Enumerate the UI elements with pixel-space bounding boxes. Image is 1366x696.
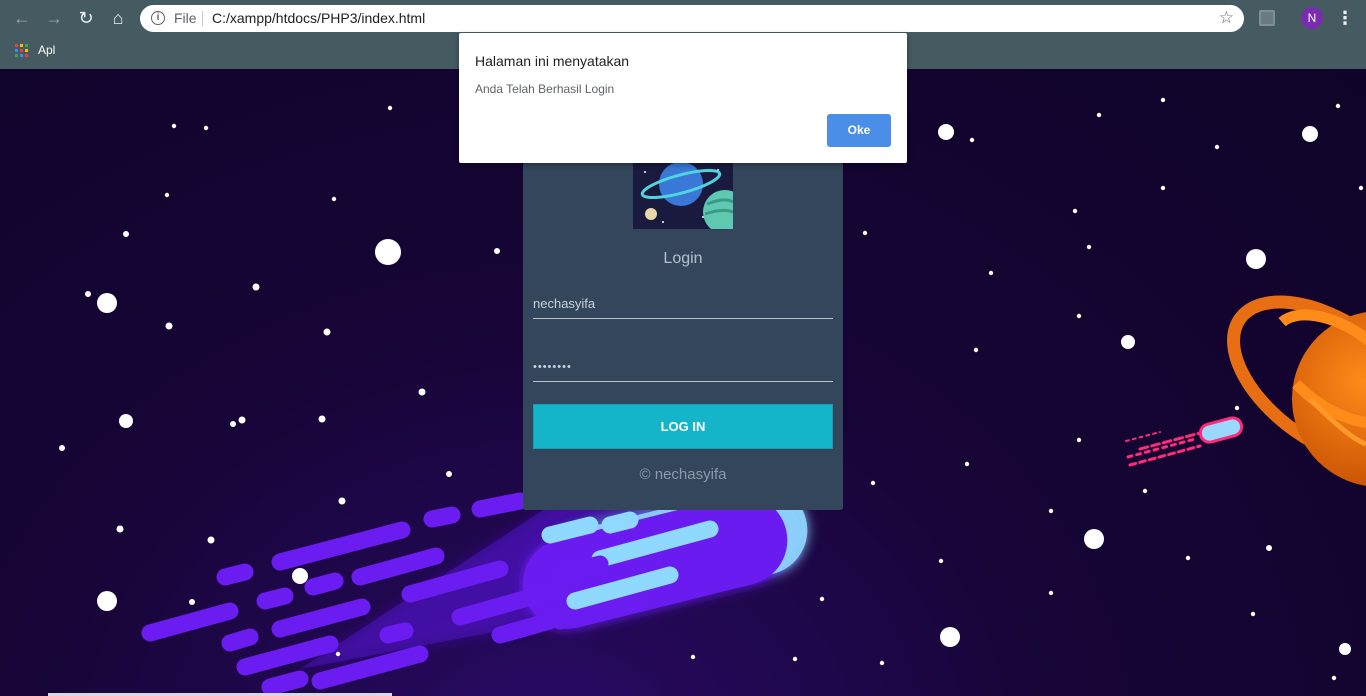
scheme-label: File	[174, 10, 197, 26]
login-card: Login LOG IN © nechasyifa	[523, 162, 843, 510]
extension-icon[interactable]	[1259, 10, 1275, 26]
forward-arrow-icon[interactable]: →	[43, 7, 65, 29]
address-separator	[202, 11, 203, 26]
bookmark-star-icon[interactable]: ☆	[1219, 8, 1234, 28]
planet-logo-image	[633, 162, 733, 229]
back-arrow-icon[interactable]: ←	[11, 7, 33, 29]
page-background: Login LOG IN © nechasyifa	[0, 69, 1366, 696]
apps-bookmark-label[interactable]: Apl	[38, 43, 55, 57]
planet-orange	[1227, 295, 1366, 486]
apps-grid-icon[interactable]	[15, 44, 28, 57]
alert-dialog: Halaman ini menyatakan Anda Telah Berhas…	[459, 33, 907, 163]
login-title: Login	[663, 250, 703, 267]
home-icon[interactable]: ⌂	[107, 7, 129, 29]
comet-streaks	[141, 492, 719, 696]
login-button[interactable]: LOG IN	[533, 404, 833, 449]
reload-icon[interactable]: ↻	[75, 7, 97, 29]
browser-toolbar: ← → ↻ ⌂ i File C:/xampp/htdocs/PHP3/inde…	[0, 0, 1366, 36]
username-field[interactable]	[533, 289, 833, 319]
password-field[interactable]	[533, 352, 833, 382]
ok-button[interactable]: Oke	[827, 114, 891, 147]
dialog-message: Anda Telah Berhasil Login	[475, 82, 615, 96]
copyright-footer: © nechasyifa	[639, 466, 727, 483]
comet-small	[1125, 416, 1244, 467]
info-icon[interactable]: i	[151, 11, 165, 25]
url-text[interactable]: C:/xampp/htdocs/PHP3/index.html	[212, 10, 425, 26]
dialog-title: Halaman ini menyatakan	[475, 53, 630, 69]
address-bar[interactable]: i File C:/xampp/htdocs/PHP3/index.html ☆	[140, 5, 1244, 32]
browser-menu-icon[interactable]: ⋮	[1336, 6, 1354, 30]
profile-avatar[interactable]: N	[1301, 7, 1323, 29]
